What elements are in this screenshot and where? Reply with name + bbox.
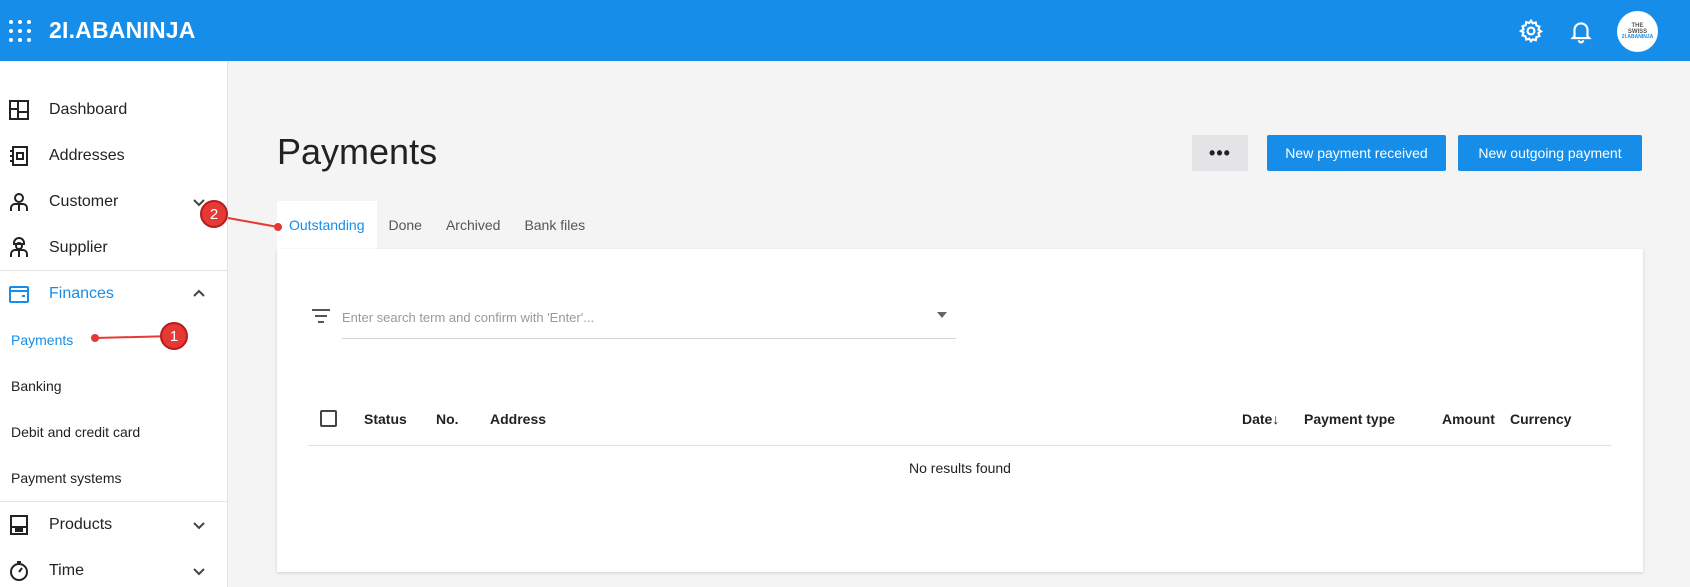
column-header-no[interactable]: No. [436,411,459,427]
stopwatch-icon [10,561,28,581]
apps-grid-icon[interactable] [9,20,31,42]
chevron-down-icon[interactable] [191,517,207,533]
wallet-icon [9,286,29,303]
empty-state-message: No results found [909,460,1011,476]
dropdown-caret-icon[interactable] [937,312,947,318]
box-icon [10,515,28,535]
avatar[interactable]: THE SWISS 2I.ABANINJA [1617,11,1658,52]
sidebar-subitem-payment-systems[interactable]: Payment systems [11,470,121,486]
sidebar-item-label: Supplier [49,239,108,256]
sidebar-item-label: Dashboard [49,101,128,118]
search-input[interactable] [342,297,956,339]
sidebar-subitem-debit-credit-card[interactable]: Debit and credit card [11,424,140,440]
sidebar-item-supplier[interactable]: Supplier [0,225,228,271]
column-header-status[interactable]: Status [364,411,407,427]
column-header-date-label: Date [1242,411,1273,427]
column-header-address[interactable]: Address [490,411,546,427]
avatar-text-line3: 2I.ABANINJA [1621,34,1654,40]
filter-icon[interactable] [310,307,332,325]
chevron-up-icon[interactable] [191,286,207,302]
select-all-checkbox[interactable] [320,410,337,427]
dashboard-icon [9,100,29,120]
address-book-icon [10,146,28,166]
column-header-payment-type[interactable]: Payment type [1304,411,1395,427]
sidebar-item-label: Customer [49,193,119,210]
brand-logo[interactable]: 2I.ABANINJA [49,17,196,44]
sidebar-item-dashboard[interactable]: Dashboard [0,87,228,133]
tab-done[interactable]: Done [377,201,434,249]
sidebar-item-label: Products [49,516,113,533]
sidebar-item-finances[interactable]: Finances [0,271,228,317]
new-payment-received-button[interactable]: New payment received [1267,135,1446,171]
chevron-down-icon[interactable] [191,563,207,579]
sidebar-item-addresses[interactable]: Addresses [0,133,228,179]
bell-icon[interactable] [1568,18,1594,44]
sidebar-item-label: Time [49,562,84,579]
sidebar-item-customer[interactable]: Customer [0,179,228,225]
sidebar: Dashboard Addresses Customer Supplier Fi… [0,61,228,587]
annotation-badge-1: 1 [160,322,188,350]
gear-icon[interactable] [1518,18,1544,44]
top-bar: 2I.ABANINJA THE SWISS 2I.ABANINJA [0,0,1690,61]
sort-arrow-down-icon: ↓ [1272,411,1280,427]
column-header-amount[interactable]: Amount [1442,411,1495,427]
customer-icon [10,193,28,211]
new-outgoing-payment-button[interactable]: New outgoing payment [1458,135,1642,171]
tab-outstanding[interactable]: Outstanding [277,201,377,249]
tab-bar: Outstanding Done Archived Bank files [277,201,597,249]
sidebar-subitem-payments[interactable]: Payments [11,332,73,348]
sidebar-item-time[interactable]: Time [0,548,228,587]
sidebar-subitem-banking[interactable]: Banking [11,378,62,394]
sidebar-item-products[interactable]: Products [0,502,228,548]
sidebar-item-label: Addresses [49,147,125,164]
payments-card: Status No. Address Date↓ Payment type Am… [277,249,1643,572]
column-header-date[interactable]: Date↓ [1242,411,1279,427]
supplier-icon [10,237,28,257]
column-header-currency[interactable]: Currency [1510,411,1571,427]
page-title: Payments [277,131,438,172]
sidebar-item-label: Finances [49,285,114,302]
more-options-button[interactable]: ••• [1192,135,1248,171]
tab-archived[interactable]: Archived [434,201,512,249]
table-header-row: Status No. Address Date↓ Payment type Am… [308,402,1611,446]
annotation-badge-2: 2 [200,200,228,228]
tab-bank-files[interactable]: Bank files [512,201,597,249]
